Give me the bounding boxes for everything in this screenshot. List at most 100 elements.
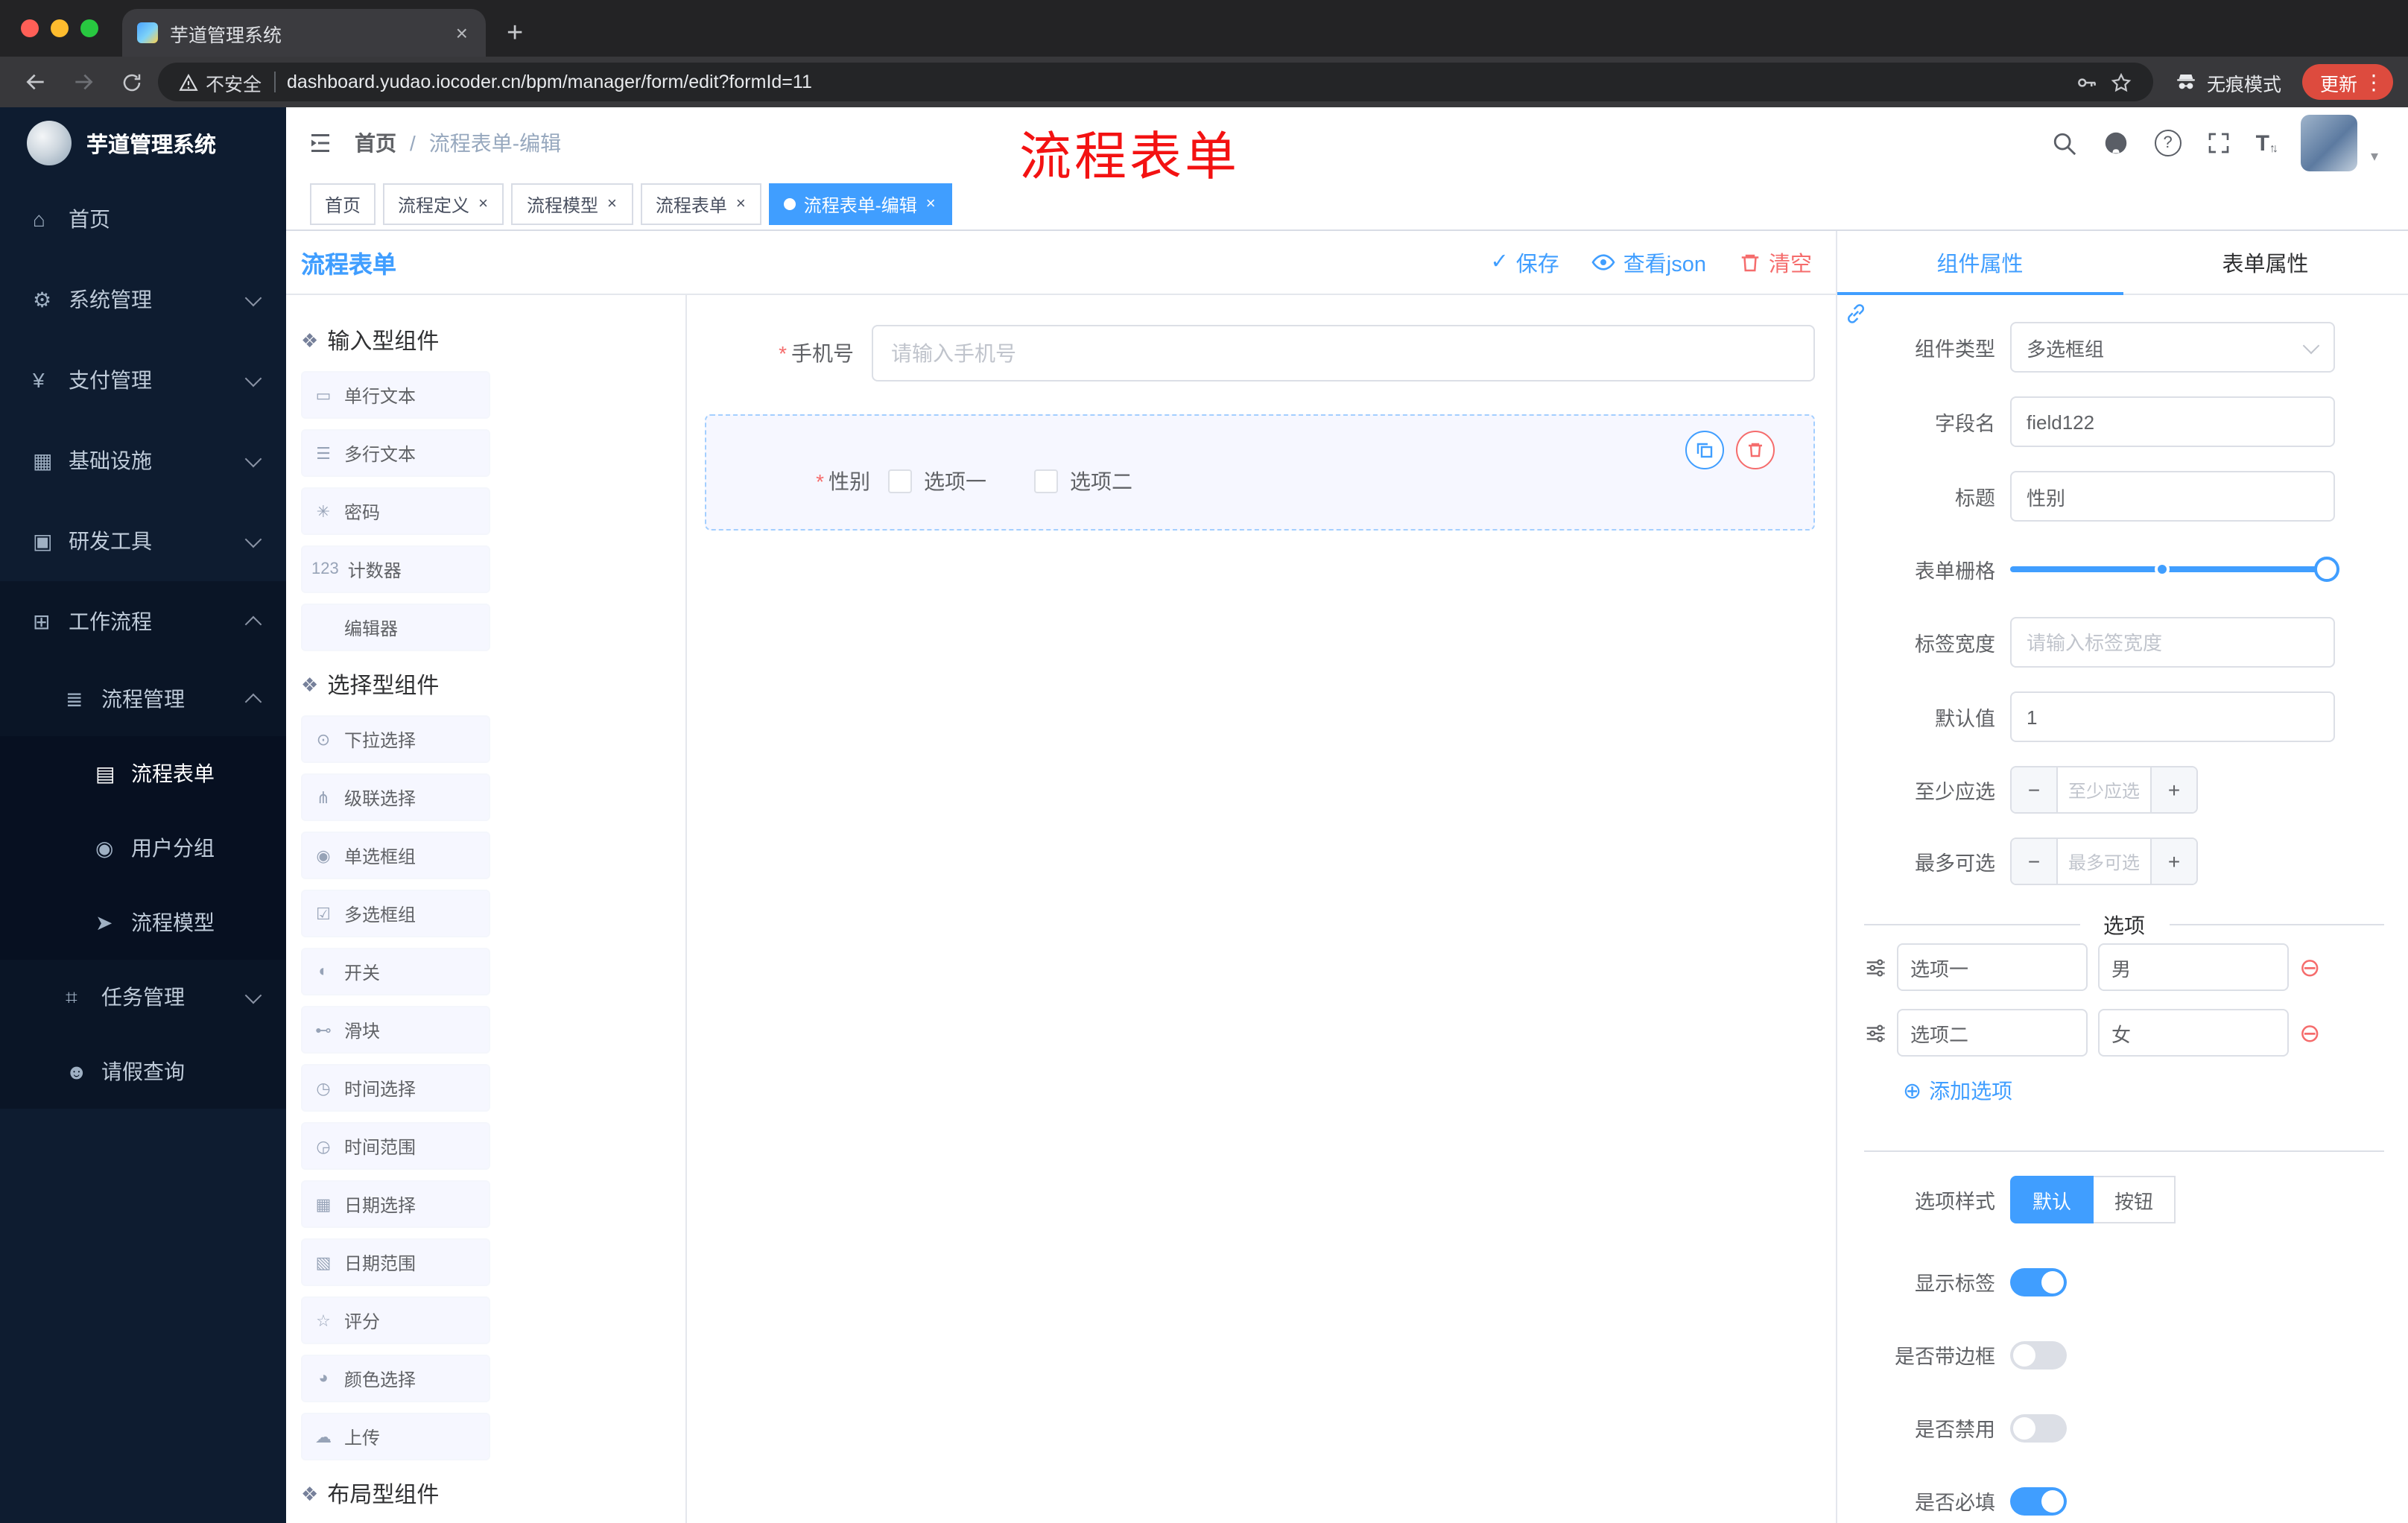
drag-handle-icon[interactable] [1864,956,1886,978]
link-icon[interactable] [1845,303,1867,325]
window-close-button[interactable] [21,19,39,37]
palette-item[interactable]: ◷ 时间选择 [301,1064,490,1112]
fullscreen-icon[interactable] [2207,131,2231,155]
field-name-input[interactable] [2010,396,2335,447]
browser-tab[interactable]: 芋道管理系统 × [122,9,486,57]
font-size-icon[interactable]: T ↑↓ [2256,130,2278,156]
sidebar-item[interactable]: ▣ 研发工具 [0,501,286,581]
canvas-field-gender-selected[interactable]: 性别 选项一 [705,414,1815,531]
grid-slider[interactable] [2010,545,2339,593]
tag[interactable]: 流程表单-编辑 × [769,183,952,225]
remove-option-icon[interactable]: ⊖ [2299,1020,2321,1045]
tag-close-icon[interactable]: × [925,195,937,213]
sidebar-item[interactable]: ≣ 流程管理 [0,662,286,736]
security-warning[interactable]: 不安全 [179,68,262,96]
forward-button[interactable] [63,63,104,101]
password-key-icon[interactable] [2076,71,2098,93]
option-name-input[interactable] [1897,943,2088,991]
toggle-switch[interactable] [2010,1413,2067,1442]
delete-component-button[interactable] [1736,431,1775,469]
sidebar-item[interactable]: ⌗ 任务管理 [0,960,286,1034]
back-button[interactable] [15,63,57,101]
default-value-input[interactable] [2010,691,2335,742]
breadcrumb-home[interactable]: 首页 [355,128,396,158]
search-icon[interactable] [2052,130,2077,156]
clear-button[interactable]: 清空 [1739,247,1812,278]
component-type-select[interactable]: 多选框组 [2010,322,2335,373]
plus-button[interactable]: + [2150,839,2196,884]
palette-item[interactable]: ◶ 时间范围 [301,1122,490,1170]
palette-item[interactable]: ☁ 上传 [301,1413,490,1460]
option-value-input[interactable] [2098,943,2289,991]
copy-component-button[interactable] [1685,431,1724,469]
tag[interactable]: 流程定义 × [383,183,504,225]
palette-item[interactable]: 编辑器 [301,604,490,651]
add-option-button[interactable]: ⊕ 添加选项 [1903,1076,2384,1106]
minus-button[interactable]: − [2012,767,2058,812]
min-checked-placeholder[interactable]: 至少应选 [2058,767,2150,812]
palette-item[interactable]: ▧ 日期范围 [301,1238,490,1286]
drag-handle-icon[interactable] [1864,1022,1886,1044]
window-minimize-button[interactable] [51,19,69,37]
reload-button[interactable] [110,63,152,101]
checkbox-option[interactable]: 选项一 [888,466,986,496]
tag[interactable]: 首页 [310,183,376,225]
phone-input[interactable] [872,325,1815,381]
user-avatar[interactable] [2300,115,2357,171]
palette-item[interactable]: ◉ 单选框组 [301,832,490,879]
palette-item[interactable]: ▦ 日期选择 [301,1180,490,1228]
palette-item[interactable]: ☑ 多选框组 [301,890,490,937]
palette-item[interactable]: ⊷ 滑块 [301,1006,490,1054]
sidebar-item[interactable]: ◉ 用户分组 [0,811,286,885]
palette-item[interactable]: ◐ 开关 [301,948,490,995]
palette-item[interactable]: ◕ 颜色选择 [301,1355,490,1402]
tag[interactable]: 流程模型 × [511,183,633,225]
save-button[interactable]: ✓ 保存 [1490,247,1559,278]
option-value-input[interactable] [2098,1009,2289,1057]
canvas-field-phone[interactable]: 手机号 [705,325,1815,381]
label-width-input[interactable] [2010,617,2335,668]
tag[interactable]: 流程表单 × [640,183,762,225]
toggle-switch[interactable] [2010,1340,2067,1369]
plus-button[interactable]: + [2150,767,2196,812]
tag-close-icon[interactable]: × [477,195,489,213]
url-bar[interactable]: 不安全 dashboard.yudao.iocoder.cn/bpm/manag… [158,63,2153,101]
sidebar-item[interactable]: ☻ 请假查询 [0,1034,286,1109]
palette-item[interactable]: ⊙ 下拉选择 [301,715,490,763]
segment-button[interactable]: 按钮 [2092,1176,2176,1223]
help-icon[interactable]: ? [2154,130,2182,156]
tag-close-icon[interactable]: × [735,195,747,213]
github-icon[interactable] [2103,130,2129,156]
segment-button[interactable]: 默认 [2010,1176,2094,1223]
slider-handle[interactable] [2314,557,2339,582]
view-json-button[interactable]: 查看json [1592,247,1706,278]
tag-close-icon[interactable]: × [606,195,618,213]
sidebar-item[interactable]: ▤ 流程表单 [0,736,286,811]
window-zoom-button[interactable] [80,19,98,37]
sidebar-item[interactable]: ▦ 基础设施 [0,420,286,501]
palette-item[interactable]: ✳ 密码 [301,487,490,535]
option-name-input[interactable] [1897,1009,2088,1057]
palette-item[interactable]: ⋔ 级联选择 [301,773,490,821]
properties-tab[interactable]: 组件属性 [1837,231,2123,295]
hamburger-icon[interactable] [307,130,334,156]
minus-button[interactable]: − [2012,839,2058,884]
palette-item[interactable]: ☰ 多行文本 [301,429,490,477]
remove-option-icon[interactable]: ⊖ [2299,954,2321,980]
sidebar-item[interactable]: ¥ 支付管理 [0,340,286,420]
browser-menu-icon[interactable]: ⋮ [2363,69,2384,95]
sidebar-item[interactable]: ➤ 流程模型 [0,885,286,960]
checkbox-option[interactable]: 选项二 [1034,466,1132,496]
toggle-switch[interactable] [2010,1486,2067,1515]
tab-close-icon[interactable]: × [453,21,471,45]
palette-item[interactable]: ▭ 单行文本 [301,371,490,419]
update-chip[interactable]: 更新 ⋮ [2301,64,2393,100]
bookmark-star-icon[interactable] [2110,71,2132,93]
title-input[interactable] [2010,471,2335,522]
palette-item[interactable]: 123 计数器 [301,545,490,593]
sidebar-item[interactable]: ⌂ 首页 [0,179,286,259]
max-checked-placeholder[interactable]: 最多可选 [2058,839,2150,884]
properties-tab[interactable]: 表单属性 [2123,231,2408,294]
sidebar-item[interactable]: ⊞ 工作流程 [0,581,286,662]
toggle-switch[interactable] [2010,1267,2067,1296]
